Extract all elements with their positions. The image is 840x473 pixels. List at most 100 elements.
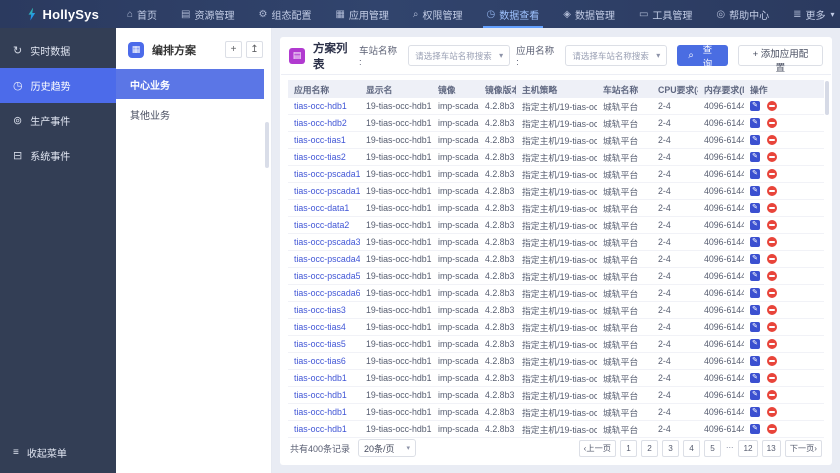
delete-icon[interactable] xyxy=(767,169,777,179)
delete-icon[interactable] xyxy=(767,237,777,247)
delete-icon[interactable] xyxy=(767,322,777,332)
edit-icon[interactable]: ✎ xyxy=(750,135,760,145)
delete-icon[interactable] xyxy=(767,186,777,196)
page-button-1[interactable]: 1 xyxy=(619,439,637,457)
cell-app-name[interactable]: tias-occ-tias3 xyxy=(288,301,360,319)
cell-app-name[interactable]: tias-occ-pscada1 xyxy=(288,165,360,183)
edit-icon[interactable]: ✎ xyxy=(750,152,760,162)
cell-mem-req: 4096-6144 xyxy=(698,267,744,285)
add-app-config-button[interactable]: + 添加应用配置 xyxy=(737,45,823,74)
cell-app-name[interactable]: tias-occ-pscada3 xyxy=(288,233,360,251)
edit-icon[interactable]: ✎ xyxy=(750,254,760,264)
query-button[interactable]: ⌕ 查询 xyxy=(677,45,728,70)
topnav-item-more[interactable]: ≣ 更多 ▾ xyxy=(781,0,840,28)
edit-icon[interactable]: ✎ xyxy=(750,390,760,400)
cell-app-name[interactable]: tias-occ-tias4 xyxy=(288,318,360,336)
delete-icon[interactable] xyxy=(767,390,777,400)
edit-icon[interactable]: ✎ xyxy=(750,373,760,383)
cell-app-name[interactable]: tias-occ-tias6 xyxy=(288,352,360,370)
prev-page-button[interactable]: ‹上一页 xyxy=(578,439,616,457)
topnav-item-data-manage[interactable]: ◈ 数据管理 xyxy=(551,0,627,28)
topnav-item-permission-manage[interactable]: ⌕ 权限管理 xyxy=(401,0,475,28)
cell-mem-req: 4096-6144 xyxy=(698,114,744,132)
edit-icon[interactable]: ✎ xyxy=(750,305,760,315)
cell-actions: ✎ xyxy=(744,369,824,387)
topnav-item-help-center[interactable]: ◎ 帮助中心 xyxy=(704,0,781,28)
next-page-button[interactable]: 下一页› xyxy=(784,439,822,457)
collapse-menu-button[interactable]: ≡ 收起菜单 xyxy=(0,439,116,465)
cell-app-name[interactable]: tias-occ-tias2 xyxy=(288,148,360,166)
edit-icon[interactable]: ✎ xyxy=(750,356,760,366)
cell-app-name[interactable]: tias-occ-tias1 xyxy=(288,131,360,149)
page-size-select[interactable]: 20条/页 ▾ xyxy=(358,439,417,457)
cell-app-name[interactable]: tias-occ-data2 xyxy=(288,216,360,234)
cell-app-name[interactable]: tias-occ-hdb1 xyxy=(288,369,360,387)
delete-icon[interactable] xyxy=(767,220,777,230)
page-button-5[interactable]: 5 xyxy=(703,439,721,457)
delete-icon[interactable] xyxy=(767,254,777,264)
topnav-item-home[interactable]: ⌂ 首页 xyxy=(115,0,169,28)
table-row: tias-occ-hdb1 19-tias-occ-hdb1 imp-scada 4.… xyxy=(288,98,824,115)
topnav-item-resource-manage[interactable]: ▤ 资源管理 xyxy=(169,0,246,28)
edit-icon[interactable]: ✎ xyxy=(750,169,760,179)
add-plan-button[interactable]: + xyxy=(225,41,242,58)
sidebar-item-production-events[interactable]: ⊚ 生产事件 xyxy=(0,103,116,138)
plan-item-center-business[interactable]: 中心业务 xyxy=(116,69,264,99)
page-button-13[interactable]: 13 xyxy=(761,439,781,457)
topnav-item-app-manage[interactable]: ▦ 应用管理 xyxy=(323,0,400,28)
page-button-3[interactable]: 3 xyxy=(661,439,679,457)
delete-icon[interactable] xyxy=(767,135,777,145)
delete-icon[interactable] xyxy=(767,407,777,417)
delete-icon[interactable] xyxy=(767,288,777,298)
page-button-12[interactable]: 12 xyxy=(738,439,758,457)
edit-icon[interactable]: ✎ xyxy=(750,118,760,128)
cell-app-name[interactable]: tias-occ-hdb1 xyxy=(288,403,360,421)
edit-icon[interactable]: ✎ xyxy=(750,101,760,111)
cell-app-name[interactable]: tias-occ-hdb2 xyxy=(288,114,360,132)
edit-icon[interactable]: ✎ xyxy=(750,322,760,332)
delete-icon[interactable] xyxy=(767,424,777,434)
edit-icon[interactable]: ✎ xyxy=(750,186,760,196)
edit-icon[interactable]: ✎ xyxy=(750,237,760,247)
cell-app-name[interactable]: tias-occ-tias5 xyxy=(288,335,360,353)
delete-icon[interactable] xyxy=(767,305,777,315)
delete-icon[interactable] xyxy=(767,203,777,213)
sidebar-item-system-events[interactable]: ⊟ 系统事件 xyxy=(0,138,116,173)
cell-station-name: 城轨平台 xyxy=(597,369,652,387)
delete-icon[interactable] xyxy=(767,152,777,162)
page-button-4[interactable]: 4 xyxy=(682,439,700,457)
cell-app-name[interactable]: tias-occ-pscada6 xyxy=(288,284,360,302)
cell-app-name[interactable]: tias-occ-pscada1 xyxy=(288,182,360,200)
edit-icon[interactable]: ✎ xyxy=(750,220,760,230)
history-trend-icon: ◷ xyxy=(13,80,23,92)
plans-scrollbar-thumb[interactable] xyxy=(265,122,269,168)
sidebar-item-realtime-data[interactable]: ↻ 实时数据 xyxy=(0,33,116,68)
edit-icon[interactable]: ✎ xyxy=(750,271,760,281)
station-name-select[interactable]: 请选择车站名称搜索 ▾ xyxy=(408,45,511,66)
topnav-item-tools-manage[interactable]: ▭ 工具管理 xyxy=(627,0,704,28)
cell-app-name[interactable]: tias-occ-data1 xyxy=(288,199,360,217)
edit-icon[interactable]: ✎ xyxy=(750,288,760,298)
table-row: tias-occ-tias2 19-tias-occ-hdb1 imp-scada 4… xyxy=(288,148,824,166)
edit-icon[interactable]: ✎ xyxy=(750,407,760,417)
edit-icon[interactable]: ✎ xyxy=(750,203,760,213)
delete-icon[interactable] xyxy=(767,118,777,128)
edit-icon[interactable]: ✎ xyxy=(750,339,760,349)
cell-app-name[interactable]: tias-occ-pscada4 xyxy=(288,250,360,268)
delete-icon[interactable] xyxy=(767,373,777,383)
cell-app-name[interactable]: tias-occ-hdb1 xyxy=(288,386,360,404)
import-plan-button[interactable]: ↥ xyxy=(246,41,263,58)
topnav-item-config[interactable]: ⚙ 组态配置 xyxy=(247,0,324,28)
app-name-select[interactable]: 请选择车站名称搜索 ▾ xyxy=(565,45,668,66)
delete-icon[interactable] xyxy=(767,101,777,111)
cell-app-name[interactable]: tias-occ-pscada5 xyxy=(288,267,360,285)
delete-icon[interactable] xyxy=(767,271,777,281)
sidebar-item-history-trend[interactable]: ◷ 历史趋势 xyxy=(0,68,116,103)
delete-icon[interactable] xyxy=(767,356,777,366)
topnav-item-data-view[interactable]: ◷ 数据查看 xyxy=(475,0,552,28)
plan-item-other-business[interactable]: 其他业务 xyxy=(116,99,264,129)
cell-app-name[interactable]: tias-occ-hdb1 xyxy=(288,98,360,115)
table-scrollbar-thumb[interactable] xyxy=(825,81,829,115)
page-button-2[interactable]: 2 xyxy=(640,439,658,457)
delete-icon[interactable] xyxy=(767,339,777,349)
